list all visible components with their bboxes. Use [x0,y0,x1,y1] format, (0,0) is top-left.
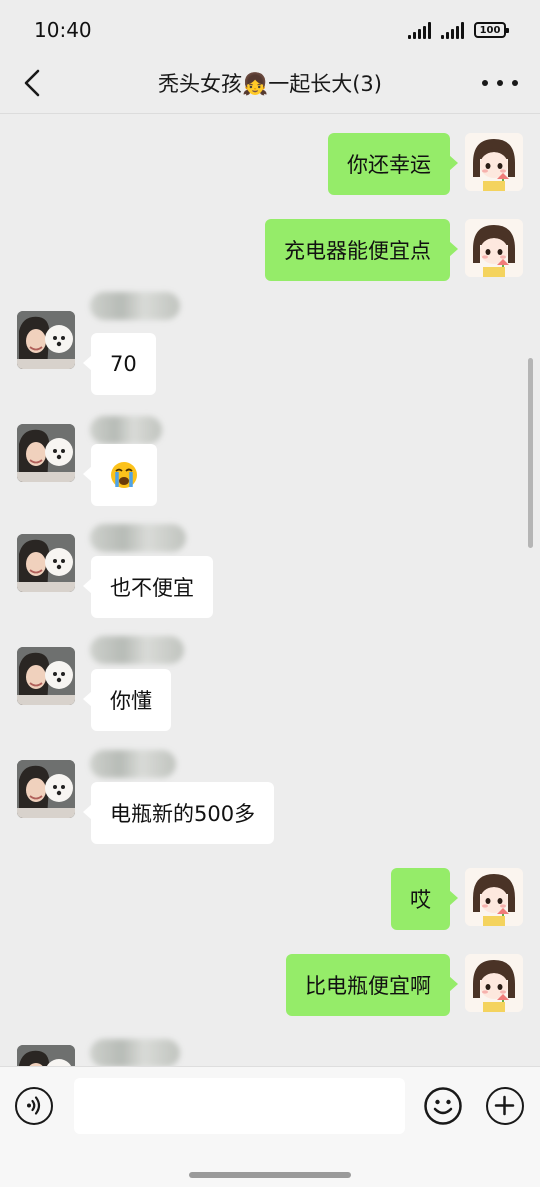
chat-screen: 10:40 100 秃头女孩👧一起长大(3) 你还幸运 充电器能便宜点 70 也… [0,0,540,1187]
chevron-left-icon [24,69,40,97]
more-horizontal-icon [482,80,488,86]
nav-bar: 秃头女孩👧一起长大(3) [0,56,540,114]
signal-icon [441,21,464,39]
avatar-other[interactable] [17,311,75,369]
message-bubble-sent[interactable]: 比电瓶便宜啊 [286,954,458,1016]
voice-button[interactable] [15,1087,53,1125]
woman-with-dog-avatar-icon [17,1045,75,1066]
smiley-icon [424,1087,462,1125]
chat-title: 秃头女孩👧一起长大(3) [158,72,382,96]
more-button[interactable] [482,70,518,96]
sender-name-blurred [90,750,176,778]
status-icons: 100 [408,20,509,40]
message-bubble-sent[interactable]: 你还幸运 [328,133,458,195]
woman-with-dog-avatar-icon [17,311,75,369]
message-bubble-received[interactable]: 70 [83,333,156,395]
message-input[interactable] [74,1078,405,1134]
message-bubble-received[interactable] [83,444,157,506]
cartoon-girl-avatar-icon [465,219,523,277]
woman-with-dog-avatar-icon [17,424,75,482]
sender-name-blurred [90,416,162,444]
message-bubble-received[interactable]: 也不便宜 [83,556,213,618]
status-bar: 10:40 100 [0,0,540,56]
plus-button[interactable] [486,1087,524,1125]
avatar-other[interactable] [17,647,75,705]
avatar-self[interactable] [465,133,523,191]
sender-name-blurred [90,1039,180,1066]
woman-with-dog-avatar-icon [17,760,75,818]
cartoon-girl-avatar-icon [465,954,523,1012]
message-bubble-sent[interactable]: 充电器能便宜点 [265,219,458,281]
voice-icon [27,1096,41,1115]
woman-with-dog-avatar-icon [17,647,75,705]
status-time: 10:40 [34,18,92,42]
cartoon-girl-avatar-icon [465,133,523,191]
sender-name-blurred [90,636,184,664]
battery-icon: 100 [474,22,509,38]
avatar-other[interactable] [17,534,75,592]
avatar-other[interactable] [17,424,75,482]
avatar-self[interactable] [465,868,523,926]
message-bubble-received[interactable]: 电瓶新的500多 [82,782,275,844]
avatar-other[interactable] [17,1045,75,1066]
woman-with-dog-avatar-icon [17,534,75,592]
home-indicator[interactable] [189,1172,351,1178]
plus-icon [494,1095,515,1116]
message-bubble-sent[interactable]: 哎 [391,868,458,930]
sender-name-blurred [90,292,180,320]
message-bubble-received[interactable]: 你懂 [83,669,171,731]
back-button[interactable] [18,68,48,98]
sender-name-blurred [90,524,186,552]
avatar-other[interactable] [17,760,75,818]
avatar-self[interactable] [465,219,523,277]
scrollbar[interactable] [528,358,533,548]
input-bar [0,1066,540,1187]
signal-icon [408,21,431,39]
emoji-button[interactable] [423,1086,463,1126]
cartoon-girl-avatar-icon [465,868,523,926]
crying-face-icon [111,462,137,488]
avatar-self[interactable] [465,954,523,1012]
message-list[interactable]: 你还幸运 充电器能便宜点 70 也不便宜 你懂 电瓶新的500多 哎 比电瓶便宜… [0,114,540,1066]
battery-level: 100 [479,24,501,36]
